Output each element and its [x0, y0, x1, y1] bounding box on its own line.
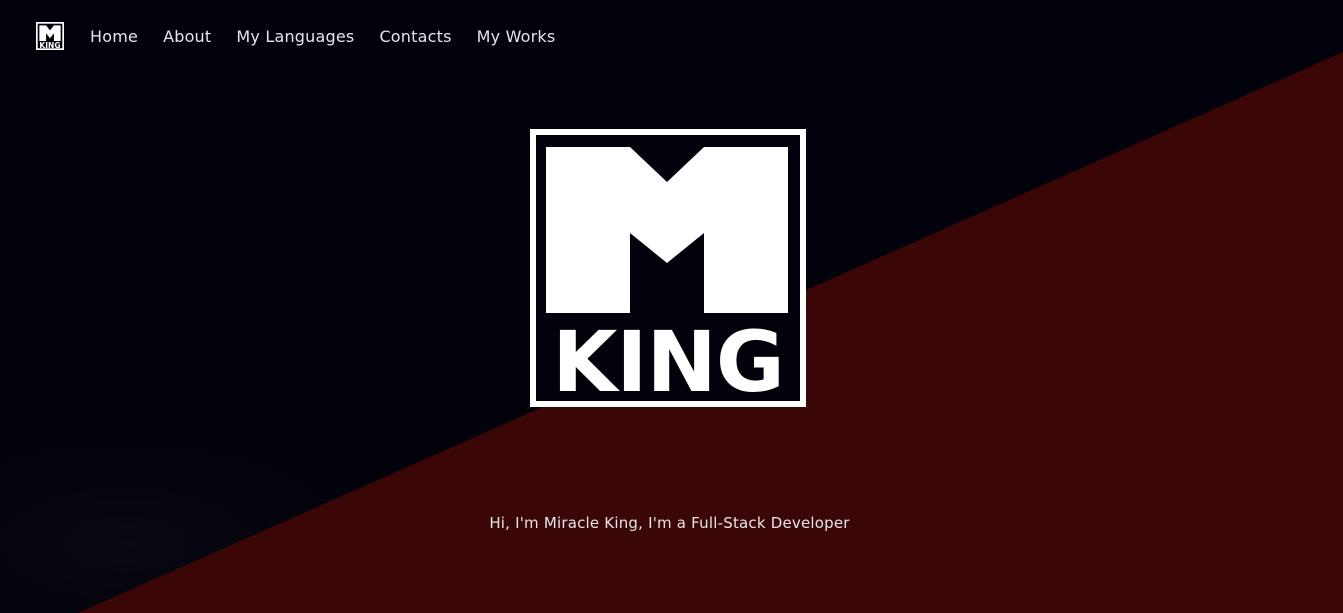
- page: KING Home About My Languages Contacts My…: [0, 0, 1343, 613]
- nav-my-works-link[interactable]: My Works: [477, 27, 556, 46]
- hero-king-logo: KING M: [530, 129, 806, 407]
- top-nav: KING Home About My Languages Contacts My…: [36, 22, 580, 50]
- nav-my-languages-link[interactable]: My Languages: [236, 27, 354, 46]
- logo-word: KING: [552, 313, 784, 407]
- svg-text:KING: KING: [39, 41, 60, 50]
- brand-logo-icon[interactable]: KING: [36, 22, 64, 50]
- nav-home-link[interactable]: Home: [90, 27, 138, 46]
- hero-tagline: Hi, I'm Miracle King, I'm a Full-Stack D…: [489, 514, 850, 532]
- nav-about-link[interactable]: About: [163, 27, 211, 46]
- nav-contacts-link[interactable]: Contacts: [379, 27, 451, 46]
